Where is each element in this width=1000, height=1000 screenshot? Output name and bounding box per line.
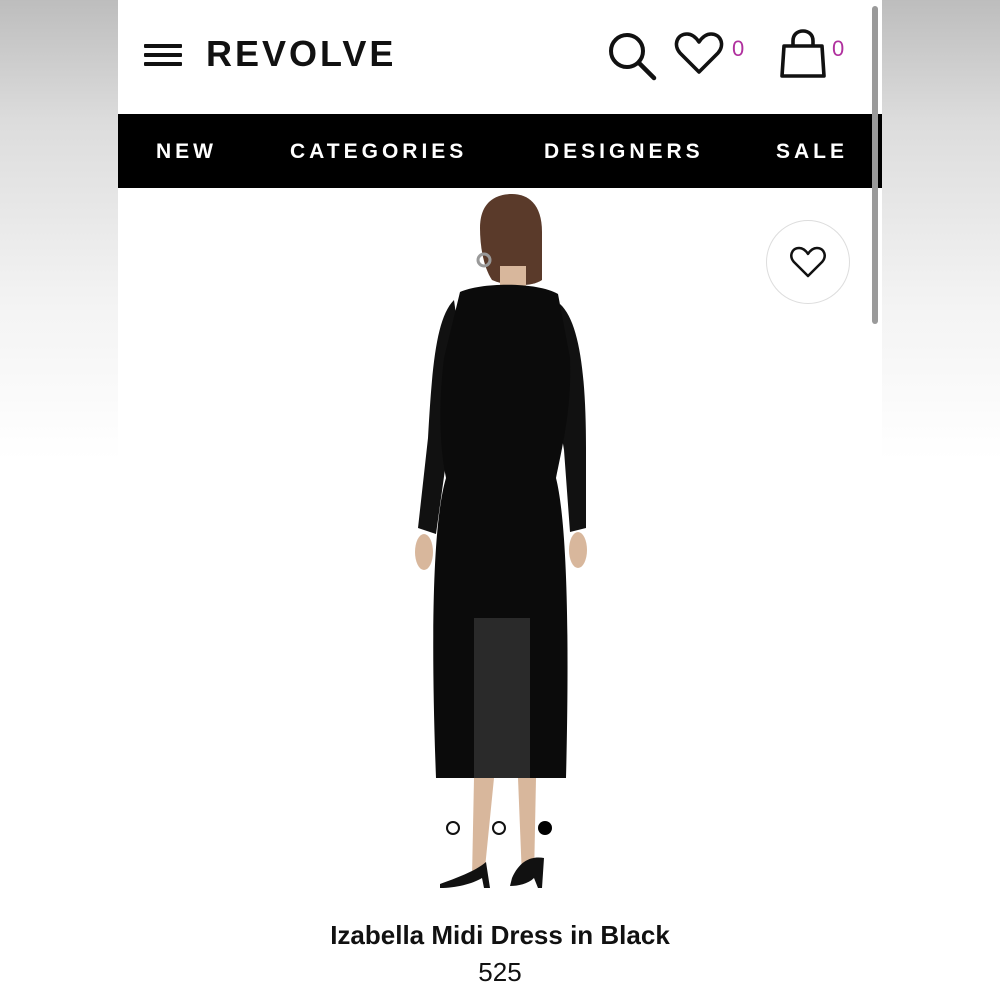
bag-count: 0 (832, 36, 845, 61)
background-left (0, 0, 118, 1000)
scrollbar[interactable] (872, 6, 878, 324)
product-price: 525 (478, 957, 522, 987)
carousel-dot-3[interactable] (538, 821, 552, 835)
shopping-bag-icon[interactable] (778, 28, 828, 80)
logo[interactable]: REVOLVE (206, 32, 396, 76)
menu-icon[interactable] (142, 40, 184, 70)
category-navbar: NEW CATEGORIES DESIGNERS SALE (118, 114, 882, 188)
nav-categories[interactable]: CATEGORIES (290, 114, 467, 188)
product-image[interactable] (118, 188, 882, 908)
wishlist-count: 0 (732, 36, 745, 61)
nav-new[interactable]: NEW (156, 114, 217, 188)
product-title: Izabella Midi Dress in Black (330, 920, 670, 950)
favorite-heart-icon (790, 246, 826, 278)
search-icon[interactable] (606, 30, 658, 82)
heart-icon[interactable] (674, 30, 724, 76)
background-right (882, 0, 1000, 1000)
carousel-dots (446, 821, 556, 837)
nav-sale[interactable]: SALE (776, 114, 848, 188)
nav-designers[interactable]: DESIGNERS (544, 114, 704, 188)
carousel-dot-2[interactable] (492, 821, 506, 835)
carousel-dot-1[interactable] (446, 821, 460, 835)
header: REVOLVE 0 0 (118, 0, 882, 114)
favorite-button[interactable] (766, 220, 850, 304)
mobile-page: REVOLVE 0 0 NEW CATEGORIES DESIGNERS SAL… (118, 0, 882, 1000)
